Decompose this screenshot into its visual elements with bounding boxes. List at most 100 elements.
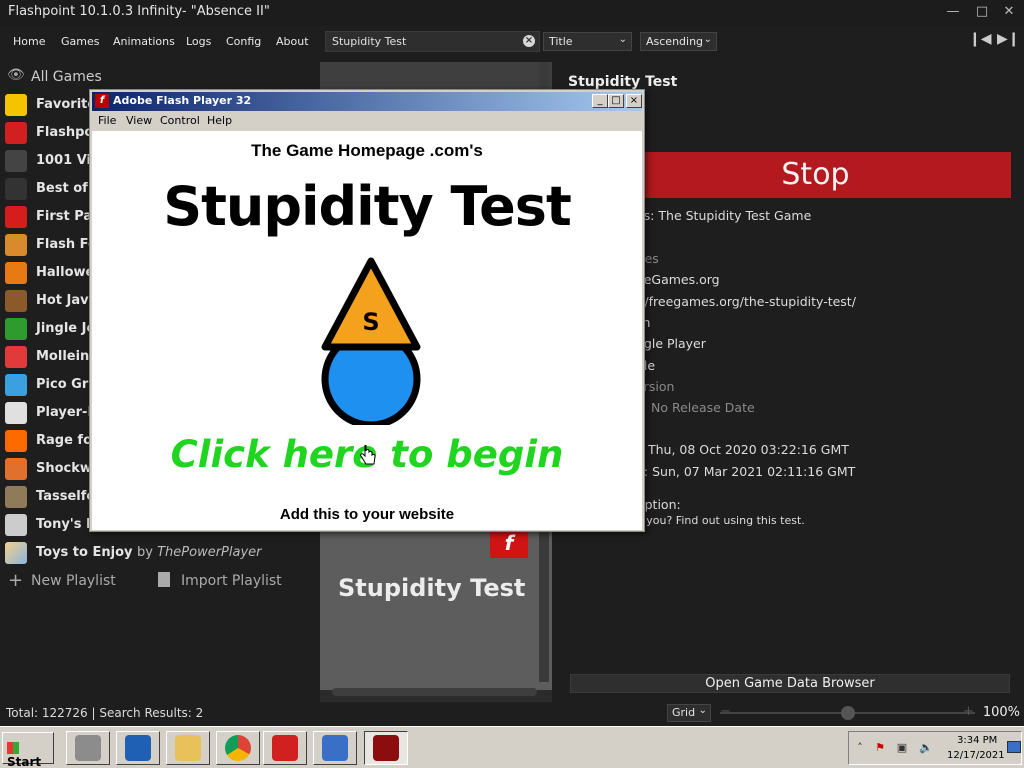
by-label: by xyxy=(137,545,153,560)
playlist-label: Flashpo xyxy=(36,125,94,140)
fp-menu-file[interactable]: File xyxy=(98,114,116,127)
title-bar: Flashpoint 10.1.0.3 Infinity- "Absence I… xyxy=(0,0,1024,26)
grid-horizontal-scrollbar[interactable] xyxy=(332,688,537,696)
import-playlist-button[interactable]: Import Playlist xyxy=(155,568,315,594)
zoom-slider-thumb[interactable] xyxy=(840,706,855,720)
server-app-icon xyxy=(75,735,101,761)
detail-line: ngle Player xyxy=(636,336,706,351)
detail-line: eeGames.org xyxy=(636,272,720,287)
zoom-level: 100% xyxy=(982,705,1020,720)
chrome-icon xyxy=(225,735,251,761)
menu-config[interactable]: Config xyxy=(226,35,261,48)
flash-logo-icon: f xyxy=(95,94,109,108)
new-playlist-button[interactable]: + New Playlist xyxy=(0,568,150,594)
flash-player-menu-bar: File View Control Help xyxy=(92,112,642,131)
chevron-down-icon: ⌄ xyxy=(618,34,627,45)
zoom-in-icon[interactable]: + xyxy=(963,704,974,719)
sidebar-item-all-games[interactable]: 👁 All Games xyxy=(0,64,318,90)
taskbar-app-button[interactable] xyxy=(364,731,408,765)
pixel-grid-icon xyxy=(5,374,27,396)
game-card-title: Stupidity Test xyxy=(338,574,526,602)
fp-menu-view[interactable]: View xyxy=(126,114,152,127)
sort-order-select[interactable]: Ascending ⌄ xyxy=(640,32,717,51)
chevron-up-icon[interactable]: ˄ xyxy=(853,741,867,755)
view-mode-select[interactable]: Grid ⌄ xyxy=(667,704,711,722)
show-desktop-icon[interactable] xyxy=(1007,741,1021,753)
playlist-label: Flash Fo xyxy=(36,237,97,252)
menu-home[interactable]: Home xyxy=(13,35,45,48)
detail-line: es: The Stupidity Test Game xyxy=(636,208,812,223)
total-count: Total: 122726 xyxy=(6,706,88,720)
sidebar-item-toys-to-enjoy[interactable]: Toys to Enjoy by ThePowerPlayer xyxy=(0,540,318,566)
search-input[interactable]: Stupidity Test × xyxy=(325,31,540,52)
game-title: Stupidity Test xyxy=(568,74,678,90)
toggle-left-sidebar-icon[interactable]: ❙◀ xyxy=(969,31,992,49)
eye-icon: 👁 xyxy=(7,67,25,83)
import-playlist-label: Import Playlist xyxy=(181,573,282,589)
menu-animations[interactable]: Animations xyxy=(113,35,175,48)
toys-label: Toys to Enjoy xyxy=(36,545,133,560)
open-game-data-browser-button[interactable]: Open Game Data Browser xyxy=(570,674,1010,693)
flash-stage[interactable]: The Game Homepage .com's Stupidity Test … xyxy=(92,131,642,530)
detail-line: d: Sun, 07 Mar 2021 02:11:16 GMT xyxy=(636,464,856,479)
toggle-right-sidebar-icon[interactable]: ▶❙ xyxy=(997,31,1020,49)
maximize-icon[interactable]: □ xyxy=(608,94,624,108)
burger-icon xyxy=(5,234,27,256)
toy-blocks-icon xyxy=(5,542,27,564)
start-button[interactable]: Start xyxy=(2,732,54,768)
system-tray: ˄ ⚑ ▣ 🔈 3:34 PM 12/17/2021 xyxy=(848,731,1022,765)
droplet-icon: S xyxy=(321,257,421,425)
menu-about[interactable]: About xyxy=(276,35,309,48)
windows-logo-icon xyxy=(7,742,19,754)
network-icon[interactable]: ▣ xyxy=(895,741,909,755)
taskbar-app-button[interactable] xyxy=(216,731,260,765)
minimize-icon[interactable]: _ xyxy=(592,94,608,108)
taskbar-app-button[interactable] xyxy=(166,731,210,765)
flash-player-window: f Adobe Flash Player 32 _ □ × File View … xyxy=(89,89,645,532)
view-mode-value: Grid xyxy=(672,706,696,719)
stage-title: Stupidity Test xyxy=(163,175,572,238)
search-value: Stupidity Test xyxy=(332,35,407,48)
plus-icon: + xyxy=(8,570,24,591)
taskbar: Start ˄ ⚑ ▣ 🔈 3:34 PM 12/17/2021 xyxy=(0,726,1024,768)
clock-time[interactable]: 3:34 PM xyxy=(957,735,997,746)
detail-line: ://freegames.org/the-stupidity-test/ xyxy=(636,294,856,309)
flashpoint-logo-icon xyxy=(5,122,27,144)
flash-player-title: Adobe Flash Player 32 xyxy=(113,94,252,107)
taskbar-app-button[interactable] xyxy=(263,731,307,765)
close-icon[interactable]: ✕ xyxy=(998,2,1020,22)
clock-date[interactable]: 12/17/2021 xyxy=(947,750,1005,761)
detail-line: No Release Date xyxy=(651,400,755,415)
flash-player-title-bar[interactable]: f Adobe Flash Player 32 _ □ × xyxy=(92,92,642,111)
drop-letter: S xyxy=(362,308,379,336)
pumpkin-icon xyxy=(5,262,27,284)
search-results-count: Search Results: 2 xyxy=(99,706,204,720)
menu-logs[interactable]: Logs xyxy=(186,35,211,48)
as-logo-icon xyxy=(5,178,27,200)
minimize-icon[interactable]: — xyxy=(942,2,964,22)
maximize-icon[interactable]: □ xyxy=(971,2,993,22)
playlist-label: Player-P xyxy=(36,405,97,420)
fp-menu-control[interactable]: Control xyxy=(160,114,200,127)
clear-search-icon[interactable]: × xyxy=(523,35,535,47)
playlist-label: Tasselfo xyxy=(36,489,96,504)
add-to-website-link[interactable]: Add this to your website xyxy=(92,506,642,523)
action-center-icon[interactable]: ⚑ xyxy=(873,741,887,755)
fp-menu-help[interactable]: Help xyxy=(207,114,232,127)
sort-field-select[interactable]: Title ⌄ xyxy=(543,32,632,51)
playlist-label: Pico Gr xyxy=(36,377,89,392)
detail-line: Thu, 08 Oct 2020 03:22:16 GMT xyxy=(648,442,849,457)
taskbar-app-button[interactable] xyxy=(116,731,160,765)
start-label: Start xyxy=(7,755,42,768)
playlist-label: Favorite xyxy=(36,97,97,112)
flash-platform-icon: f xyxy=(490,528,528,558)
fire-icon xyxy=(5,430,27,452)
detail-line: e you? Find out using this test. xyxy=(636,514,805,527)
powershell-icon xyxy=(125,735,151,761)
menu-games[interactable]: Games xyxy=(61,35,99,48)
volume-icon[interactable]: 🔈 xyxy=(919,741,933,755)
taskbar-app-button[interactable] xyxy=(313,731,357,765)
close-icon[interactable]: × xyxy=(626,94,642,108)
stop-button[interactable]: Stop xyxy=(620,152,1011,198)
taskbar-app-button[interactable] xyxy=(66,731,110,765)
